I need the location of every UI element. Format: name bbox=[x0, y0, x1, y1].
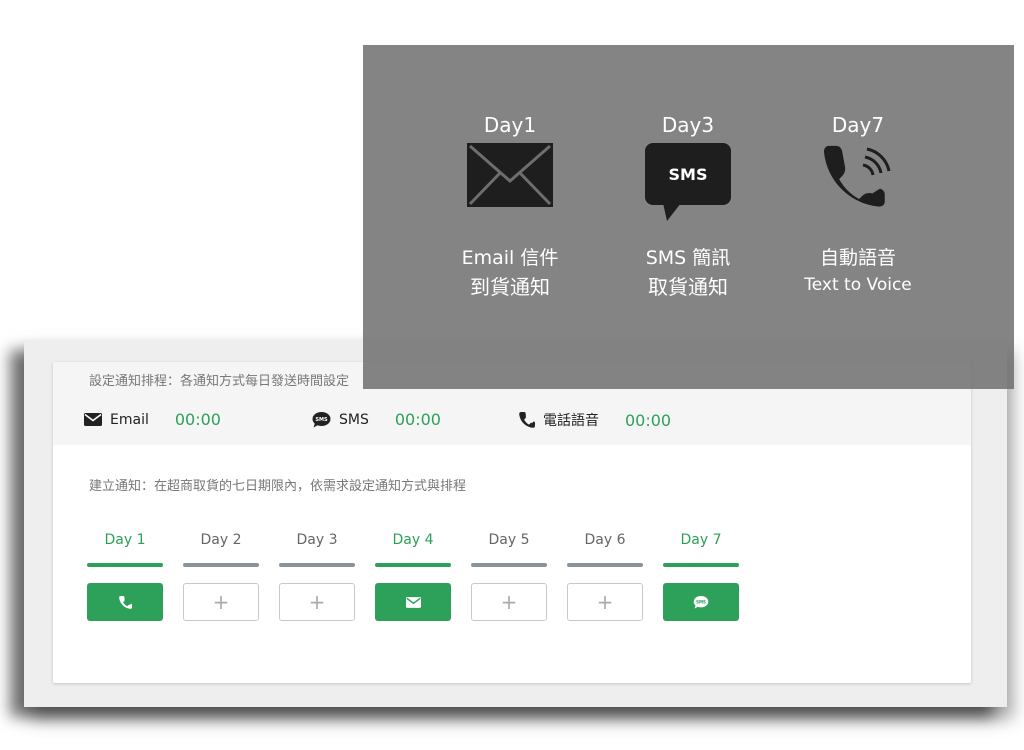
phone-icon bbox=[519, 412, 535, 428]
day5-add-button[interactable]: + bbox=[471, 583, 547, 621]
day-label[interactable]: Day 2 bbox=[183, 532, 259, 548]
day-indicator-bar bbox=[663, 563, 739, 567]
phone-icon bbox=[118, 595, 132, 609]
day-indicator-bar bbox=[87, 563, 163, 567]
svg-text:SMS: SMS bbox=[315, 417, 328, 423]
overlay-line2: 到貨通知 bbox=[470, 275, 550, 299]
overlay-day: Day7 bbox=[831, 113, 885, 137]
sms-icon: SMS bbox=[693, 595, 709, 609]
create-notification-title: 建立通知：在超商取貨的七日期限內，依需求設定通知方式與排程 bbox=[89, 479, 467, 494]
schedule-title: 設定通知排程：各通知方式每日發送時間設定 bbox=[89, 374, 350, 389]
day-label[interactable]: Day 4 bbox=[375, 532, 451, 548]
sms-icon: SMS bbox=[312, 411, 331, 427]
day-indicator-bar bbox=[567, 563, 643, 567]
svg-text:SMS: SMS bbox=[696, 599, 706, 604]
sms-bubble-icon: SMS bbox=[645, 143, 731, 225]
sms-label: SMS bbox=[339, 411, 369, 428]
day7-sms-button[interactable]: SMS bbox=[663, 583, 739, 621]
day-indicator-bar bbox=[183, 563, 259, 567]
day-label[interactable]: Day 5 bbox=[471, 532, 547, 548]
add-icon: + bbox=[212, 590, 230, 614]
add-icon: + bbox=[308, 590, 326, 614]
phone-icon bbox=[823, 143, 893, 217]
day1-phone-button[interactable] bbox=[87, 583, 163, 621]
notification-overview-overlay: Day1 Email 信件 到貨通知 Day3 SMS SMS 簡訊 取貨通知 … bbox=[363, 45, 1014, 389]
notification-settings-card: 設定通知排程：各通知方式每日發送時間設定 Email 00:00 SMS SMS… bbox=[53, 362, 971, 683]
email-time[interactable]: 00:00 bbox=[175, 410, 221, 429]
envelope-icon bbox=[84, 413, 102, 426]
overlay-line2: 取貨通知 bbox=[648, 275, 728, 299]
overlay-day: Day1 bbox=[483, 113, 537, 137]
add-icon: + bbox=[500, 590, 518, 614]
day-label[interactable]: Day 3 bbox=[279, 532, 355, 548]
overlay-line2: Text to Voice bbox=[804, 275, 912, 295]
svg-text:SMS: SMS bbox=[669, 165, 708, 184]
day6-add-button[interactable]: + bbox=[567, 583, 643, 621]
voice-schedule-row: 電話語音 00:00 bbox=[519, 410, 671, 430]
day-label[interactable]: Day 1 bbox=[87, 532, 163, 548]
day-indicator-bar bbox=[471, 563, 547, 567]
email-label: Email bbox=[110, 411, 149, 428]
day-label[interactable]: Day 7 bbox=[663, 532, 739, 548]
email-schedule-row: Email 00:00 bbox=[84, 410, 221, 429]
envelope-icon bbox=[467, 143, 553, 211]
overlay-line1: SMS 簡訊 bbox=[645, 247, 731, 269]
overlay-day: Day3 bbox=[661, 113, 715, 137]
sms-schedule-row: SMS SMS 00:00 bbox=[312, 410, 441, 429]
overlay-line1: 自動語音 bbox=[819, 247, 896, 269]
voice-label: 電話語音 bbox=[543, 413, 599, 429]
day4-email-button[interactable] bbox=[375, 583, 451, 621]
voice-time[interactable]: 00:00 bbox=[625, 411, 671, 430]
envelope-icon bbox=[405, 596, 421, 608]
day3-add-button[interactable]: + bbox=[279, 583, 355, 621]
day-indicator-bar bbox=[279, 563, 355, 567]
overlay-line1: Email 信件 bbox=[461, 247, 559, 269]
day-indicator-bar bbox=[375, 563, 451, 567]
day-label[interactable]: Day 6 bbox=[567, 532, 643, 548]
add-icon: + bbox=[596, 590, 614, 614]
sms-time[interactable]: 00:00 bbox=[395, 410, 441, 429]
day2-add-button[interactable]: + bbox=[183, 583, 259, 621]
